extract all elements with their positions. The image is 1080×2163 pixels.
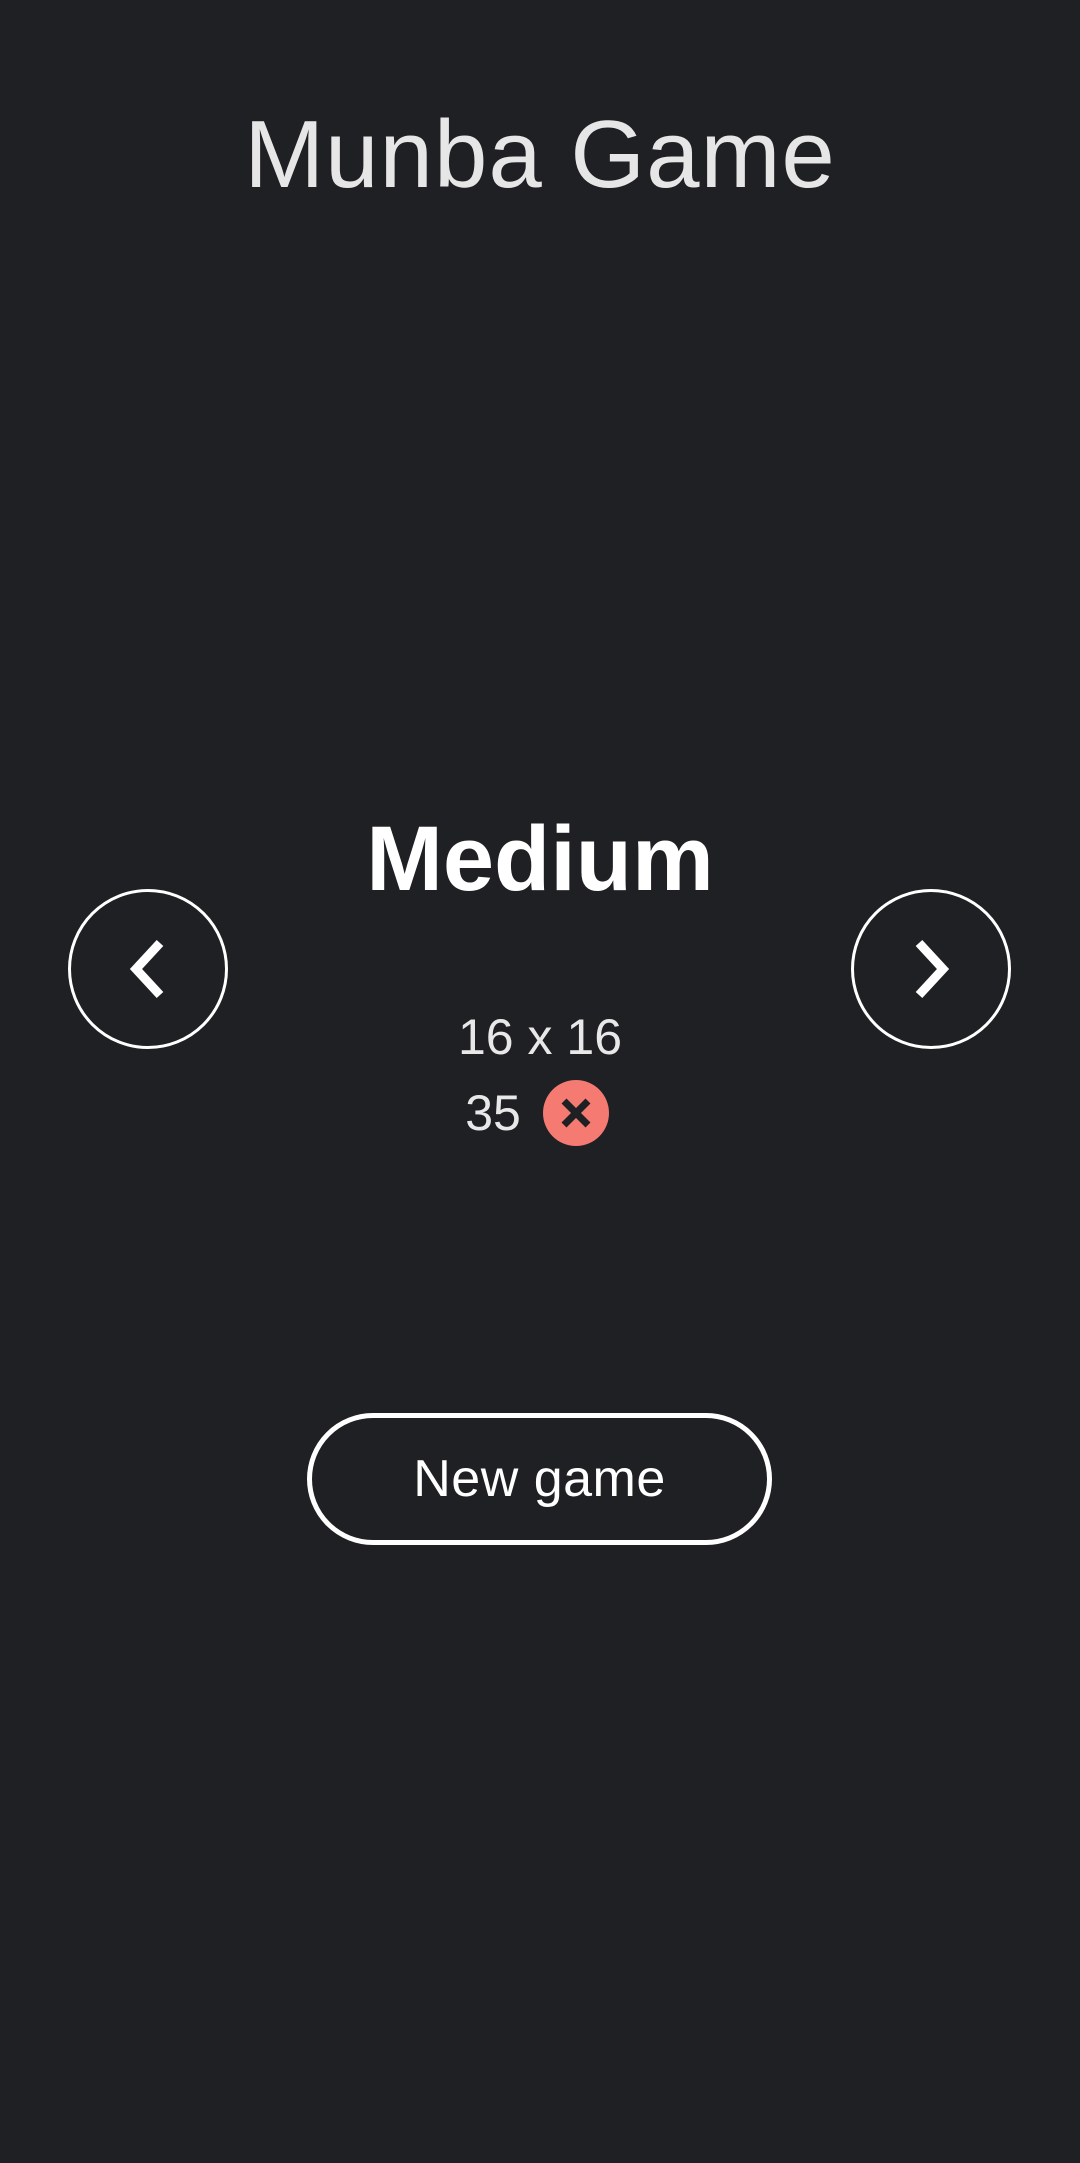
app-title: Munba Game <box>244 101 836 208</box>
mine-count-value: 35 <box>465 1085 521 1141</box>
chevron-left-icon <box>129 939 164 999</box>
board-size-label: 16 x 16 <box>457 1009 622 1065</box>
new-game-button[interactable]: New game <box>307 1413 772 1545</box>
game-menu-screen: Munba Game Medium 16 x 16 35 New game <box>0 0 1080 2163</box>
mine-icon <box>542 1080 609 1146</box>
mine-count-row: 35 <box>0 1080 1080 1146</box>
chevron-right-icon <box>915 939 950 999</box>
close-icon <box>561 1098 591 1128</box>
